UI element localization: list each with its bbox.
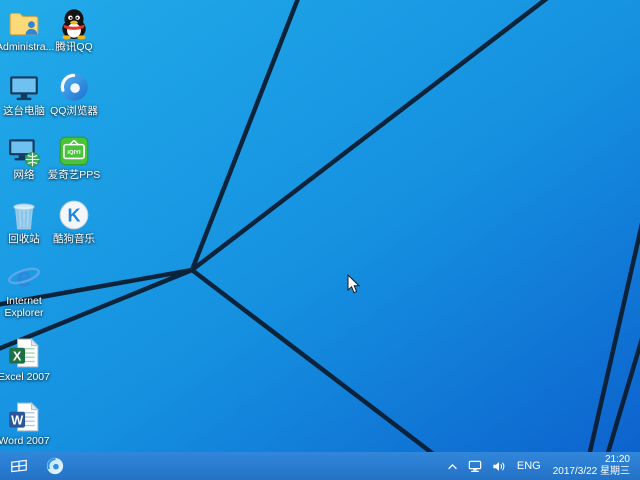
desktop-icon-label: QQ浏览器	[46, 105, 102, 117]
desktop-icon-qq-browser[interactable]: QQ浏览器	[46, 70, 102, 117]
desktop-icon-label: 酷狗音乐	[46, 233, 102, 245]
desktop-icon-word-2007[interactable]: W Word 2007	[0, 400, 52, 447]
network-icon	[7, 134, 41, 168]
clock[interactable]: 21:20 2017/3/22 星期三	[547, 454, 634, 478]
desktop-icon-label: 这台电脑	[0, 105, 52, 117]
start-button[interactable]	[0, 452, 38, 480]
network-tray-icon	[468, 460, 482, 473]
svg-text:iQIYI: iQIYI	[67, 150, 81, 156]
computer-icon	[7, 70, 41, 104]
desktop-icon-this-pc[interactable]: 这台电脑	[0, 70, 52, 117]
desktop-icon-label: Administra...	[0, 41, 52, 53]
qq-browser-icon	[57, 70, 91, 104]
browser-icon	[45, 456, 65, 476]
taskbar: ENG 21:20 2017/3/22 星期三	[0, 452, 640, 480]
iqiyi-pps-icon: iQIYI	[57, 134, 91, 168]
show-hidden-icons-button[interactable]	[442, 452, 463, 480]
desktop-icon-label: 网络	[0, 169, 52, 181]
recycle-bin-icon	[7, 198, 41, 232]
desktop-icon-label: 回收站	[0, 233, 52, 245]
word-icon: W	[7, 400, 41, 434]
network-status-button[interactable]	[463, 452, 487, 480]
desktop-icon-label: Excel 2007	[0, 371, 52, 383]
clock-date: 2017/3/22 星期三	[553, 466, 630, 478]
desktop-icon-internet-explorer[interactable]: e Internet Explorer	[0, 260, 52, 319]
desktop-icon-label: Word 2007	[0, 435, 52, 447]
desktop-icon-label: 腾讯QQ	[46, 41, 102, 53]
desktop-icon-excel-2007[interactable]: X Excel 2007	[0, 336, 52, 383]
volume-button[interactable]	[487, 452, 511, 480]
excel-icon: X	[7, 336, 41, 370]
user-folder-icon	[7, 6, 41, 40]
qq-icon	[57, 6, 91, 40]
svg-text:X: X	[13, 348, 22, 363]
language-indicator[interactable]: ENG	[511, 452, 547, 480]
desktop-icon-label: 爱奇艺PPS	[46, 169, 102, 181]
desktop-icon-recycle-bin[interactable]: 回收站	[0, 198, 52, 245]
system-tray: ENG 21:20 2017/3/22 星期三	[442, 452, 640, 480]
internet-explorer-icon: e	[7, 260, 41, 294]
desktop-icon-iqiyi-pps[interactable]: iQIYI 爱奇艺PPS	[46, 134, 102, 181]
svg-text:e: e	[16, 262, 31, 293]
desktop-icon-network[interactable]: 网络	[0, 134, 52, 181]
desktop-icon-tencent-qq[interactable]: 腾讯QQ	[46, 6, 102, 53]
windows-logo-icon	[9, 458, 29, 474]
desktop-icon-administrator[interactable]: Administra...	[0, 6, 52, 53]
svg-text:W: W	[11, 412, 24, 427]
desktop[interactable]: Administra... 这台电脑 网络	[0, 0, 640, 480]
svg-text:K: K	[67, 205, 80, 225]
desktop-icon-kugou-music[interactable]: K 酷狗音乐	[46, 198, 102, 245]
speaker-icon	[492, 460, 506, 473]
chevron-up-icon	[447, 462, 458, 471]
clock-time: 21:20	[553, 454, 630, 466]
taskbar-browser-button[interactable]	[38, 452, 72, 480]
desktop-icon-label: Internet Explorer	[0, 295, 52, 319]
kugou-music-icon: K	[57, 198, 91, 232]
